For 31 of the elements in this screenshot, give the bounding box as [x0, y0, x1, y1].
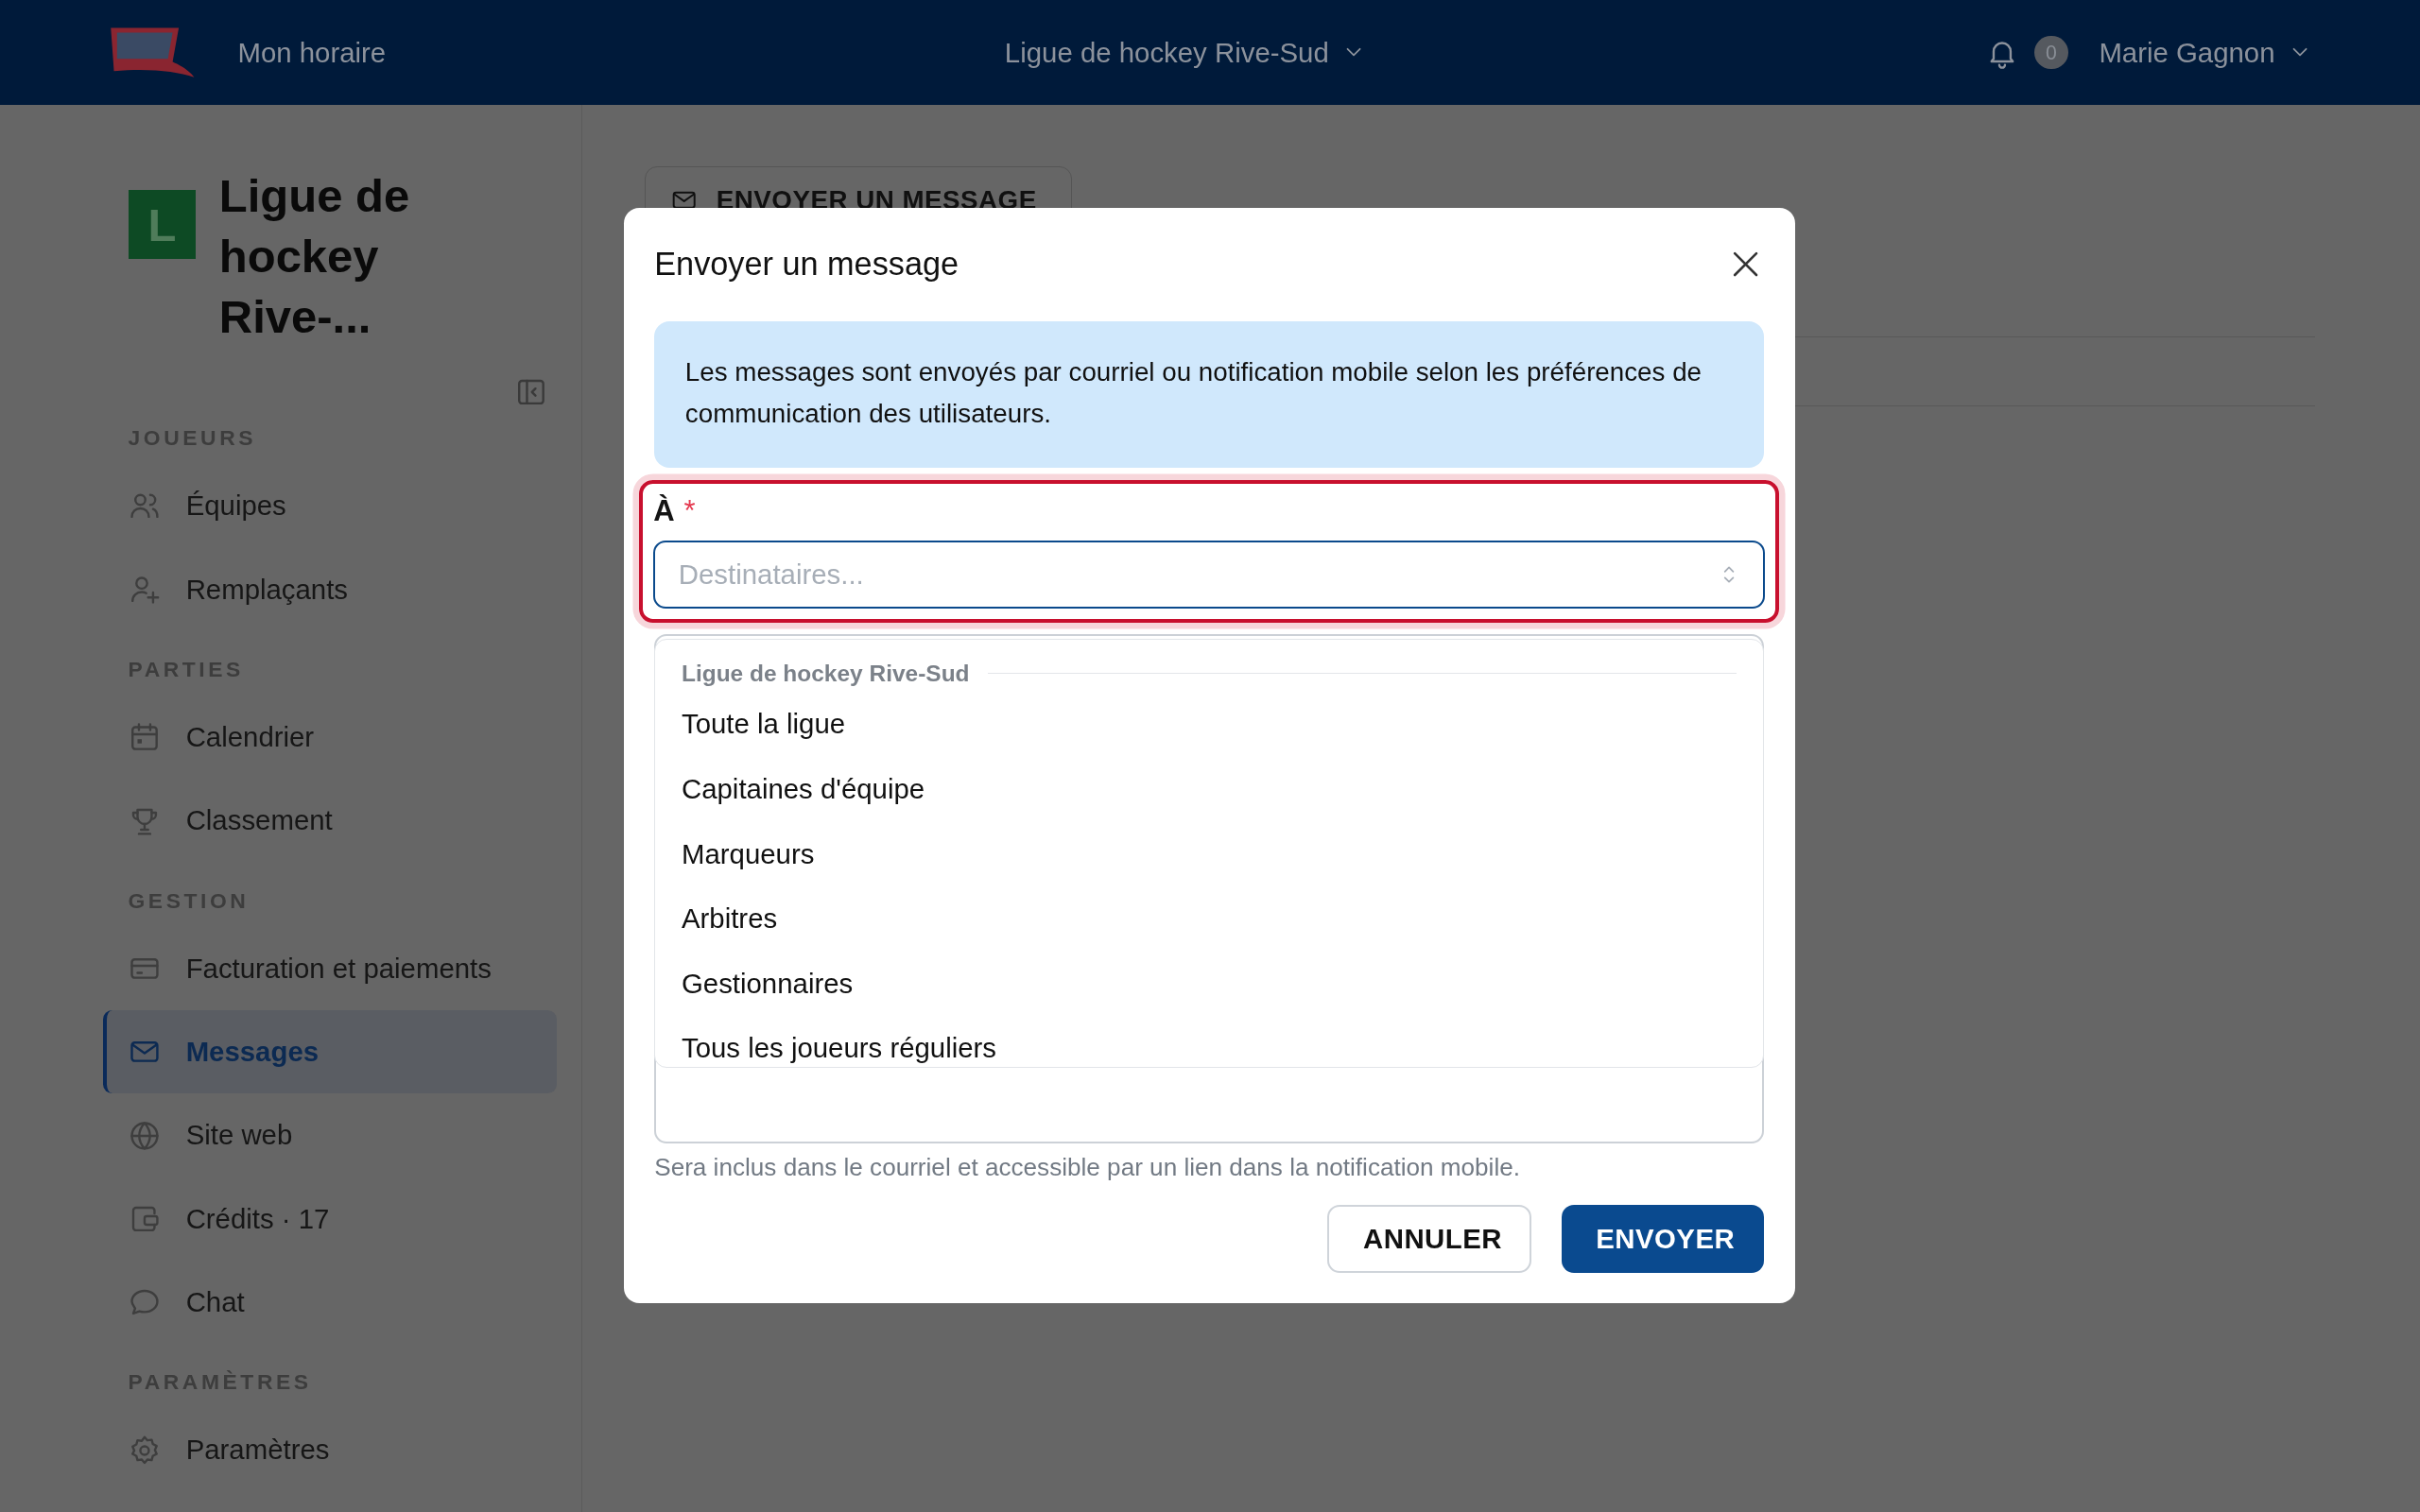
- sidebar-item[interactable]: Équipes: [103, 464, 558, 548]
- sidebar-item[interactable]: Calendrier: [103, 696, 558, 780]
- sidebar-item[interactable]: Paramètres: [103, 1408, 558, 1492]
- send-button[interactable]: ENVOYER: [1562, 1204, 1765, 1273]
- sidebar-item[interactable]: Facturation et paiements: [103, 927, 558, 1011]
- sidebar-item[interactable]: Chat: [103, 1260, 558, 1344]
- dropdown-option[interactable]: Arbitres: [681, 885, 1737, 952]
- hint-text: Sera inclus dans le courriel et accessible par un lien dans la notification mobile.: [654, 1153, 1521, 1182]
- sidebar-item[interactable]: Messages: [103, 1010, 558, 1094]
- user-menu[interactable]: Marie Gagnon: [2099, 36, 2312, 69]
- sidebar-item[interactable]: Site web: [103, 1093, 558, 1177]
- cancel-button[interactable]: ANNULER: [1327, 1204, 1531, 1273]
- organization-avatar: L: [128, 189, 197, 260]
- option-group-heading: Ligue de hockey Rive-Sud: [681, 660, 970, 687]
- dropdown-option[interactable]: Gestionnaires: [681, 951, 1737, 1016]
- dropdown-option[interactable]: Tous les joueurs réguliers: [681, 1015, 1737, 1067]
- sidebar-item[interactable]: Remplaçants: [103, 547, 558, 631]
- field-label: À: [653, 494, 675, 529]
- nav-link[interactable]: Mon horaire: [237, 36, 387, 69]
- notification-count: 0: [2033, 35, 2068, 70]
- dropdown-option[interactable]: Capitaines d'équipe: [681, 756, 1737, 822]
- dropdown-option[interactable]: Toute la ligue: [681, 692, 1737, 757]
- sidebar-item[interactable]: Classement: [103, 779, 558, 863]
- league-selector[interactable]: Ligue de hockey Rive-Sud: [1004, 36, 1366, 69]
- info-banner: Les messages sont envoyés par courriel ou notification mobile selon les préférences de communication des utilisateurs.: [654, 320, 1765, 468]
- dropdown-option[interactable]: Marqueurs: [681, 821, 1737, 886]
- recipients-select[interactable]: Destinataires...: [653, 541, 1765, 609]
- sidebar-item[interactable]: Crédits · 17: [103, 1177, 558, 1261]
- organization-name: Ligue de hockey Rive-...: [218, 169, 411, 344]
- required-mark: *: [683, 494, 696, 529]
- dialog-title: Envoyer un message: [654, 246, 959, 284]
